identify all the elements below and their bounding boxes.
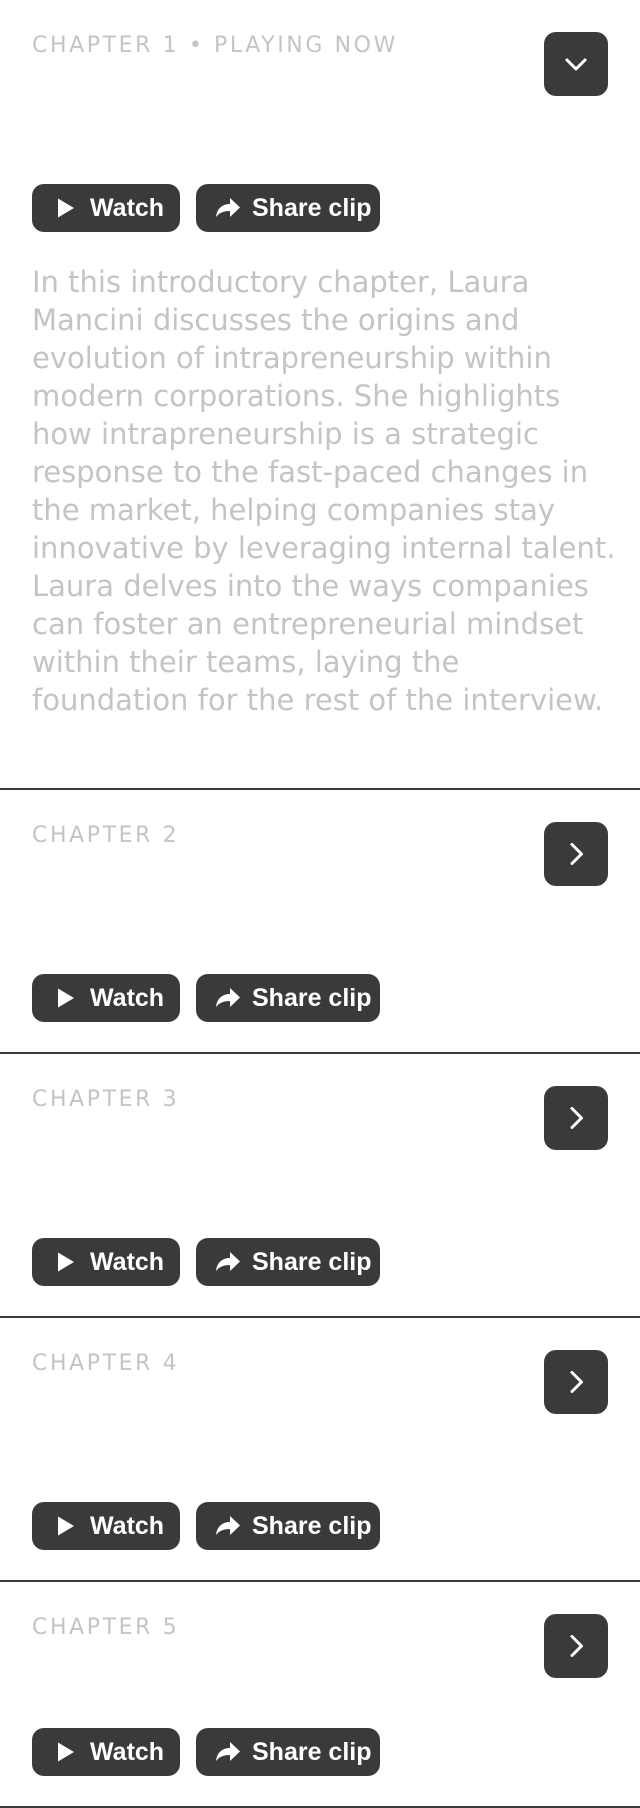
share-arrow-icon (214, 196, 242, 220)
watch-label: Watch (90, 1511, 165, 1540)
watch-label: Watch (90, 193, 165, 222)
expand-chapter-button[interactable] (544, 1350, 608, 1414)
chapter-actions: Watch Share clip (32, 1238, 380, 1286)
chapter-description: In this introductory chapter, Laura Manc… (32, 265, 616, 717)
play-icon (56, 987, 76, 1009)
chapter-label: CHAPTER 1 • PLAYING NOW (32, 33, 398, 58)
watch-button[interactable]: Watch (32, 1728, 180, 1776)
chevron-right-icon (562, 1632, 590, 1660)
watch-button[interactable]: Watch (32, 1238, 180, 1286)
watch-button[interactable]: Watch (32, 184, 180, 232)
chapter-actions: Watch Share clip (32, 974, 380, 1022)
expand-chapter-button[interactable] (544, 822, 608, 886)
chapter-actions: Watch Share clip (32, 184, 380, 232)
watch-button[interactable]: Watch (32, 1502, 180, 1550)
play-icon (56, 1251, 76, 1273)
share-arrow-icon (214, 986, 242, 1010)
watch-button[interactable]: Watch (32, 974, 180, 1022)
share-clip-label: Share clip (252, 1247, 372, 1276)
share-arrow-icon (214, 1740, 242, 1764)
play-icon (56, 197, 76, 219)
share-clip-button[interactable]: Share clip (196, 1502, 380, 1550)
chapter-5: CHAPTER 5 Watch Share clip (0, 1582, 640, 1808)
expand-chapter-button[interactable] (544, 1086, 608, 1150)
chapter-1: CHAPTER 1 • PLAYING NOW Watch Share clip… (0, 0, 640, 790)
chevron-right-icon (562, 1368, 590, 1396)
chapter-3: CHAPTER 3 Watch Share clip (0, 1054, 640, 1318)
chapter-actions: Watch Share clip (32, 1728, 380, 1776)
share-clip-label: Share clip (252, 983, 372, 1012)
share-clip-button[interactable]: Share clip (196, 1238, 380, 1286)
share-clip-label: Share clip (252, 1511, 372, 1540)
watch-label: Watch (90, 1247, 165, 1276)
expand-chapter-button[interactable] (544, 1614, 608, 1678)
chapter-label: CHAPTER 2 (32, 823, 180, 848)
play-icon (56, 1741, 76, 1763)
collapse-chapter-button[interactable] (544, 32, 608, 96)
chevron-right-icon (562, 1104, 590, 1132)
share-clip-label: Share clip (252, 193, 372, 222)
share-arrow-icon (214, 1514, 242, 1538)
chapter-label: CHAPTER 5 (32, 1615, 180, 1640)
chapter-actions: Watch Share clip (32, 1502, 380, 1550)
chapter-label: CHAPTER 3 (32, 1087, 180, 1112)
watch-label: Watch (90, 1737, 165, 1766)
share-arrow-icon (214, 1250, 242, 1274)
chevron-down-icon (562, 50, 590, 78)
chapter-2: CHAPTER 2 Watch Share clip (0, 790, 640, 1054)
chapter-list: CHAPTER 1 • PLAYING NOW Watch Share clip… (0, 0, 640, 1808)
chapter-4: CHAPTER 4 Watch Share clip (0, 1318, 640, 1582)
watch-label: Watch (90, 983, 165, 1012)
share-clip-button[interactable]: Share clip (196, 184, 380, 232)
chapter-label: CHAPTER 4 (32, 1351, 180, 1376)
share-clip-button[interactable]: Share clip (196, 974, 380, 1022)
chevron-right-icon (562, 840, 590, 868)
play-icon (56, 1515, 76, 1537)
share-clip-button[interactable]: Share clip (196, 1728, 380, 1776)
share-clip-label: Share clip (252, 1737, 372, 1766)
